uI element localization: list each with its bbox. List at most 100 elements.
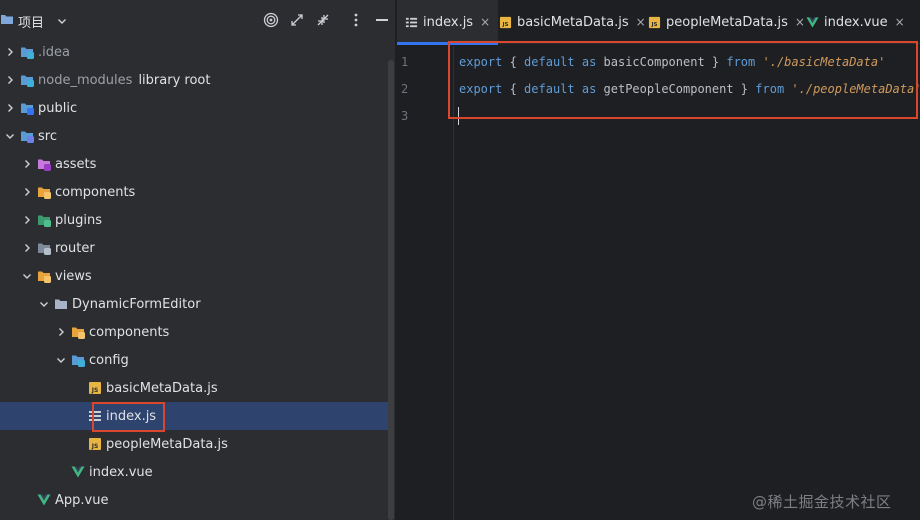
tree-item[interactable]: components <box>0 318 388 346</box>
js-structure-icon <box>88 409 102 423</box>
tree-item-label: plugins <box>55 212 102 228</box>
text-caret <box>458 107 459 125</box>
chevron-down-icon[interactable] <box>4 130 16 142</box>
chevron-right-icon[interactable] <box>21 186 33 198</box>
js-file-icon: JS <box>88 437 102 451</box>
code-area[interactable]: 1 2 3 export { default as basicComponent }… <box>397 46 920 520</box>
tree-item[interactable]: config <box>0 346 388 374</box>
tree-item-label: src <box>38 128 57 144</box>
svg-text:JS: JS <box>650 22 657 28</box>
expand-all-icon[interactable] <box>288 11 306 29</box>
svg-text:JS: JS <box>501 22 508 28</box>
folder-assets-icon <box>37 157 51 171</box>
chevron-down-icon[interactable] <box>21 270 33 282</box>
tree-item[interactable]: plugins <box>0 206 388 234</box>
folder-components-icon <box>71 325 85 339</box>
folder-views-icon <box>37 269 51 283</box>
tree-item-label: peopleMetaData.js <box>106 436 228 452</box>
editor-tab[interactable]: JS peopleMetaData.js × <box>640 0 813 44</box>
tree-item[interactable]: index.js <box>0 402 388 430</box>
locate-icon[interactable] <box>262 11 280 29</box>
editor-tab-label: index.vue <box>824 14 888 30</box>
tree-item-label: components <box>89 324 170 340</box>
chevron-right-icon[interactable] <box>21 158 33 170</box>
line-number: 2 <box>401 82 409 96</box>
tree-item-label: config <box>89 352 129 368</box>
tree-item[interactable]: assets <box>0 150 388 178</box>
editor-tab-label: index.js <box>423 14 474 30</box>
tree-item[interactable]: src <box>0 122 388 150</box>
tree-scrollbar-thumb[interactable] <box>388 60 394 520</box>
editor-tab[interactable]: JS basicMetaData.js × <box>491 0 654 44</box>
tree-item-label: index.vue <box>89 464 153 480</box>
project-tree: .idea node_modules library root public src as… <box>0 38 388 520</box>
tree-item[interactable]: .idea <box>0 38 388 66</box>
code-keyword: as <box>581 82 597 96</box>
folder-icon <box>54 297 68 311</box>
tree-item-label: components <box>55 184 136 200</box>
editor-tab-label: peopleMetaData.js <box>666 14 788 30</box>
tree-item-label: App.vue <box>55 492 109 508</box>
project-panel-title: 项目 <box>18 15 45 31</box>
chevron-down-icon[interactable] <box>55 354 67 366</box>
chevron-down-icon[interactable] <box>38 298 50 310</box>
code-line[interactable]: export { default as basicComponent } fro… <box>459 55 885 69</box>
line-number: 1 <box>401 55 409 69</box>
code-keyword: default <box>524 55 575 69</box>
code-text: getPeopleComponent } <box>596 82 756 96</box>
more-options-icon[interactable] <box>347 11 365 29</box>
js-structure-icon <box>405 16 418 29</box>
tree-item[interactable]: App.vue <box>0 486 388 514</box>
chevron-right-icon[interactable] <box>4 46 16 58</box>
chevron-right-icon[interactable] <box>4 102 16 114</box>
code-string: './basicMetaData' <box>762 55 886 69</box>
chevron-right-icon[interactable] <box>21 242 33 254</box>
tree-item-label: node_modules <box>38 72 133 88</box>
folder-icon <box>0 12 14 30</box>
code-line[interactable]: export { default as getPeopleComponent }… <box>459 82 920 96</box>
code-keyword: export <box>459 55 503 69</box>
vue-file-icon <box>71 465 85 479</box>
close-icon[interactable]: × <box>895 15 905 29</box>
folder-web-icon <box>20 101 34 115</box>
collapse-all-icon[interactable] <box>314 11 332 29</box>
editor-tab[interactable]: index.vue × <box>798 0 913 44</box>
tree-item[interactable]: JS basicMetaData.js <box>0 374 388 402</box>
tree-item[interactable]: views <box>0 262 388 290</box>
tree-item[interactable]: router <box>0 234 388 262</box>
tree-item-label: router <box>55 240 95 256</box>
close-icon[interactable]: × <box>480 15 490 29</box>
tree-item[interactable]: components <box>0 178 388 206</box>
code-keyword: from <box>755 82 785 96</box>
project-view-selector[interactable]: 项目 <box>0 12 68 31</box>
tree-item[interactable]: node_modules library root <box>0 66 388 94</box>
folder-config-icon <box>20 45 34 59</box>
tree-item[interactable]: DynamicFormEditor <box>0 290 388 318</box>
tree-item-label: views <box>55 268 92 284</box>
tree-item[interactable]: public <box>0 94 388 122</box>
project-panel: 项目 .idea node_modules library root public sr… <box>0 0 395 520</box>
code-text: basicComponent } <box>596 55 727 69</box>
folder-config-icon <box>71 353 85 367</box>
editor-tab[interactable]: index.js × <box>397 0 499 45</box>
folder-library-icon <box>20 73 34 87</box>
folder-source-icon <box>20 129 34 143</box>
tree-item[interactable]: JS peopleMetaData.js <box>0 430 388 458</box>
line-number-gutter: 1 2 3 <box>397 46 453 520</box>
code-keyword: default <box>524 82 575 96</box>
chevron-right-icon[interactable] <box>21 214 33 226</box>
folder-components-icon <box>37 185 51 199</box>
tree-item-label: DynamicFormEditor <box>72 296 201 312</box>
hide-panel-icon[interactable] <box>373 11 391 29</box>
tree-item[interactable]: index.vue <box>0 458 388 486</box>
chevron-right-icon[interactable] <box>55 326 67 338</box>
chevron-right-icon[interactable] <box>4 74 16 86</box>
tree-item-label: assets <box>55 156 97 172</box>
code-text: { <box>502 55 525 69</box>
tree-item-label: index.js <box>106 408 157 424</box>
chevron-down-icon <box>56 15 68 27</box>
code-editor: index.js × JS basicMetaData.js × JS peopleMeta… <box>397 0 920 520</box>
